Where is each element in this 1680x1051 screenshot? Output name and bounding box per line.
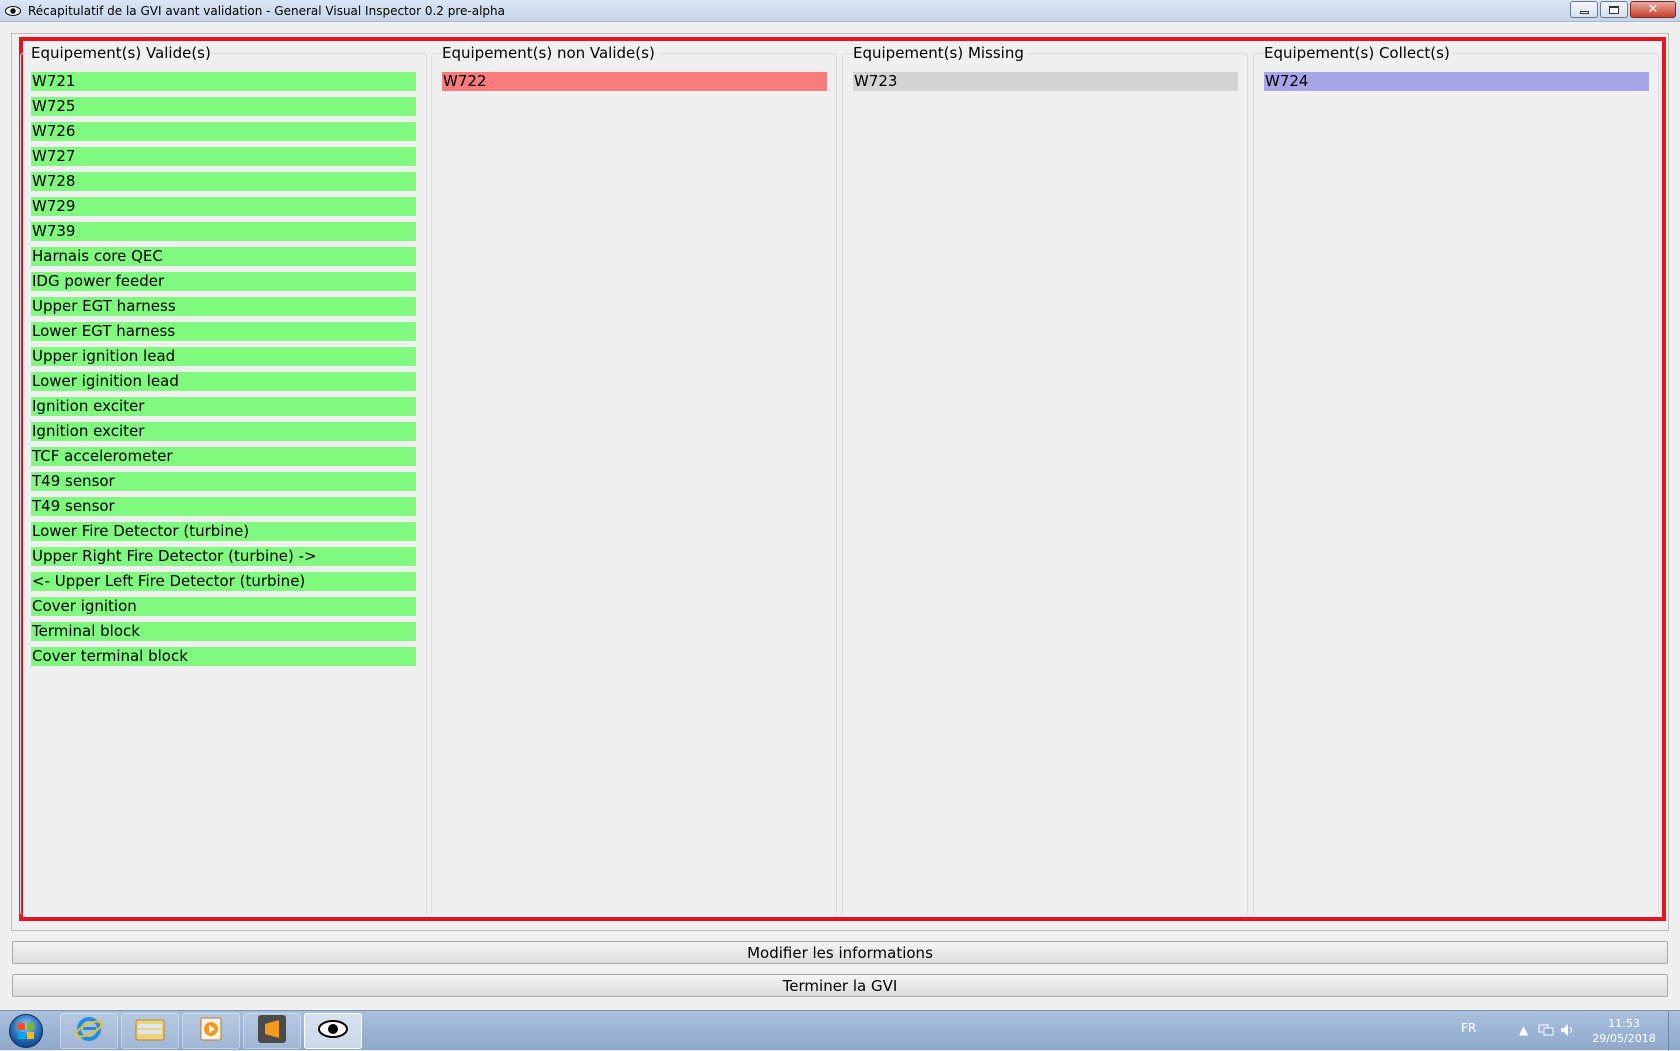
show-hidden-icons-icon[interactable]: ▲ [1519, 1023, 1528, 1037]
list-item[interactable]: TCF accelerometer [31, 447, 416, 466]
clock-time: 11:53 [1608, 1017, 1640, 1030]
system-tray: FR ▲ 11:53 29/05/2018 [1450, 1011, 1680, 1051]
list-item[interactable]: Upper ignition lead [31, 347, 416, 366]
close-button[interactable]: ✕ [1630, 1, 1676, 18]
list-item[interactable]: W721 [31, 72, 416, 91]
not-valid-equipment-list[interactable]: W722 [442, 72, 827, 97]
taskbar-gvi-app[interactable] [304, 1013, 362, 1049]
start-button[interactable] [2, 1012, 50, 1050]
windows-logo-icon [9, 1014, 43, 1048]
list-item[interactable]: W729 [31, 197, 416, 216]
missing-equipment-header: Equipement(s) Missing [853, 44, 1027, 62]
missing-equipment-list[interactable]: W723 [853, 72, 1238, 97]
collected-equipment-list[interactable]: W724 [1264, 72, 1649, 97]
list-item[interactable]: IDG power feeder [31, 272, 416, 291]
list-item[interactable]: W724 [1264, 72, 1649, 91]
media-player-icon [197, 1015, 225, 1047]
valid-equipment-group: Equipement(s) Valide(s) W721 W725 W726 W727… [20, 44, 427, 915]
list-item[interactable]: Lower Fire Detector (turbine) [31, 522, 416, 541]
valid-equipment-list[interactable]: W721 W725 W726 W727 W728 W729 W739 Harnais core… [31, 72, 416, 672]
network-icon[interactable] [1538, 1023, 1554, 1040]
internet-explorer-icon [75, 1015, 103, 1047]
list-item[interactable]: W725 [31, 97, 416, 116]
window-titlebar: Récapitulatif de la GVI avant validation… [0, 0, 1680, 22]
taskbar-sublime-text[interactable] [243, 1013, 301, 1049]
eye-app-icon [317, 1019, 349, 1043]
missing-equipment-group: Equipement(s) Missing W723 [842, 44, 1248, 915]
list-item[interactable]: Harnais core QEC [31, 247, 416, 266]
list-item[interactable]: Ignition exciter [31, 422, 416, 441]
list-item[interactable]: Ignition exciter [31, 397, 416, 416]
list-item[interactable]: W739 [31, 222, 416, 241]
taskbar-media-player[interactable] [182, 1013, 240, 1049]
finish-gvi-button[interactable]: Terminer la GVI [12, 974, 1668, 997]
sublime-text-icon [257, 1014, 287, 1048]
list-item[interactable]: Terminal block [31, 622, 416, 641]
list-item[interactable]: Upper EGT harness [31, 297, 416, 316]
file-explorer-icon [134, 1016, 166, 1046]
list-item[interactable]: <- Upper Left Fire Detector (turbine) [31, 572, 416, 591]
volume-icon[interactable] [1560, 1023, 1576, 1040]
list-item[interactable]: W727 [31, 147, 416, 166]
list-item[interactable]: T49 sensor [31, 472, 416, 491]
list-item[interactable]: W723 [853, 72, 1238, 91]
list-item[interactable]: Lower EGT harness [31, 322, 416, 341]
language-indicator[interactable]: FR [1461, 1021, 1476, 1035]
list-item[interactable]: T49 sensor [31, 497, 416, 516]
list-item[interactable]: Cover terminal block [31, 647, 416, 666]
close-icon: ✕ [1647, 2, 1659, 17]
maximize-button[interactable] [1600, 1, 1628, 18]
minimize-button[interactable] [1570, 1, 1598, 18]
taskbar-file-explorer[interactable] [121, 1013, 179, 1049]
list-item[interactable]: Lower iginition lead [31, 372, 416, 391]
taskbar-internet-explorer[interactable] [60, 1013, 118, 1049]
clock[interactable]: 11:53 29/05/2018 [1584, 1016, 1664, 1046]
valid-equipment-header: Equipement(s) Valide(s) [31, 44, 214, 62]
window-title: Récapitulatif de la GVI avant validation… [28, 3, 506, 18]
list-item[interactable]: W726 [31, 122, 416, 141]
modify-info-button[interactable]: Modifier les informations [12, 941, 1668, 964]
list-item[interactable]: W728 [31, 172, 416, 191]
not-valid-equipment-header: Equipement(s) non Valide(s) [442, 44, 658, 62]
minimize-icon [1579, 11, 1589, 14]
clock-date: 29/05/2018 [1592, 1032, 1656, 1045]
eye-icon [4, 4, 22, 18]
show-desktop-button[interactable] [1668, 1011, 1680, 1051]
not-valid-equipment-group: Equipement(s) non Valide(s) W722 [431, 44, 837, 915]
collected-equipment-group: Equipement(s) Collect(s) W724 [1253, 44, 1659, 915]
list-item[interactable]: Upper Right Fire Detector (turbine) -> [31, 547, 416, 566]
collected-equipment-header: Equipement(s) Collect(s) [1264, 44, 1453, 62]
restore-icon [1609, 5, 1619, 14]
taskbar: FR ▲ 11:53 29/05/2018 [0, 1010, 1680, 1051]
list-item[interactable]: W722 [442, 72, 827, 91]
list-item[interactable]: Cover ignition [31, 597, 416, 616]
